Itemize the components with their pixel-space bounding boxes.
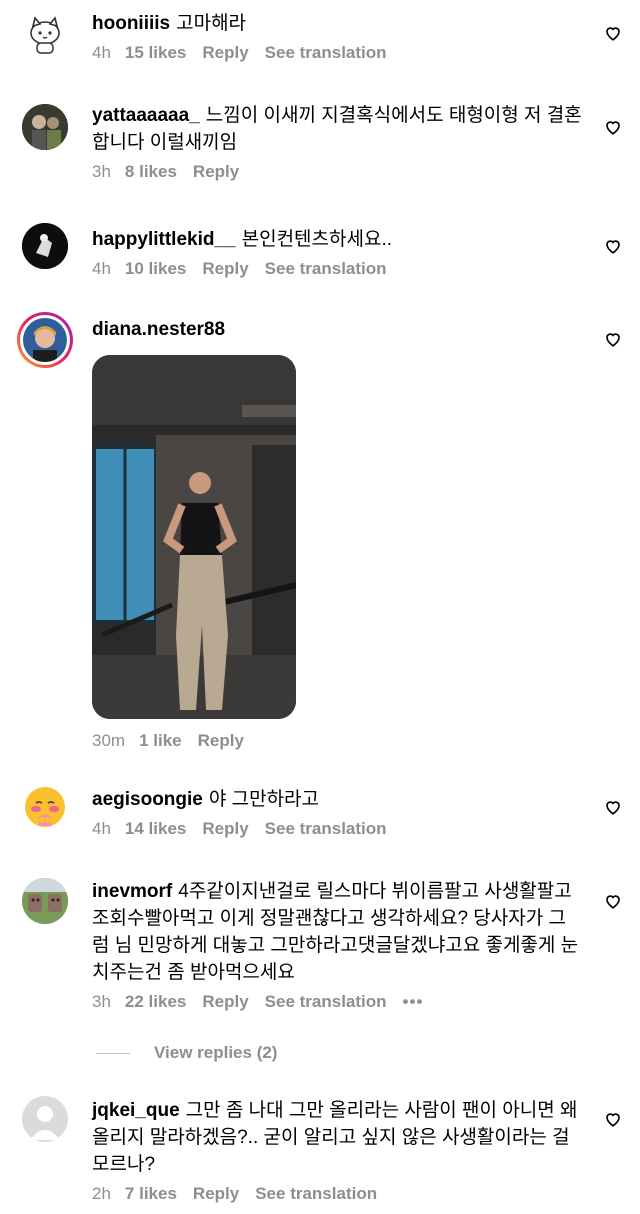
default-avatar-icon[interactable] [22, 1096, 68, 1142]
reply-button[interactable]: Reply [202, 43, 248, 63]
divider [96, 1052, 130, 1054]
more-options-icon[interactable]: ••• [403, 992, 424, 1012]
comment-time: 2h [92, 1184, 111, 1203]
comment-username[interactable]: inevmorf [92, 881, 172, 902]
reply-button[interactable]: Reply [193, 162, 239, 182]
comment-time: 4h [92, 259, 111, 278]
likes-count[interactable]: 10 likes [125, 259, 186, 279]
reply-button[interactable]: Reply [193, 1184, 239, 1204]
heart-outline-icon[interactable] [604, 892, 622, 910]
comment-time: 4h [92, 819, 111, 838]
comment-text: 본인컨텐츠하세요.. [241, 229, 393, 250]
heart-outline-icon[interactable] [604, 118, 622, 136]
likes-count[interactable]: 22 likes [125, 992, 186, 1012]
see-translation-button[interactable]: See translation [255, 1184, 377, 1204]
likes-count[interactable]: 7 likes [125, 1184, 177, 1204]
heart-outline-icon[interactable] [604, 237, 622, 255]
avatar[interactable] [22, 223, 68, 269]
gym-photo-attachment[interactable] [92, 355, 296, 719]
comment-time: 30m [92, 731, 126, 750]
photo-avatar [23, 318, 67, 362]
comment-time: 4h [92, 43, 111, 62]
avatar[interactable] [22, 878, 68, 924]
comment-text: 야 그만하라고 [208, 789, 320, 810]
see-translation-button[interactable]: See translation [265, 819, 387, 839]
comment-time: 3h [92, 162, 111, 181]
photo-avatar [22, 104, 68, 150]
heart-outline-icon[interactable] [604, 798, 622, 816]
comment-text: 고마해라 [176, 13, 247, 34]
heart-outline-icon[interactable] [604, 330, 622, 348]
heart-outline-icon[interactable] [604, 1110, 622, 1128]
avatar-with-story-ring[interactable] [17, 312, 73, 368]
likes-count[interactable]: 8 likes [125, 162, 177, 182]
photo-avatar [22, 223, 68, 269]
likes-count[interactable]: 1 like [139, 731, 182, 751]
heart-outline-icon[interactable] [604, 24, 622, 42]
cat-sticker-avatar [23, 13, 67, 57]
see-translation-button[interactable]: See translation [265, 43, 387, 63]
reply-button[interactable]: Reply [202, 992, 248, 1012]
reply-button[interactable]: Reply [198, 731, 244, 751]
avatar[interactable] [22, 784, 68, 830]
view-replies-button[interactable]: View replies (2) [96, 1043, 277, 1063]
likes-count[interactable]: 14 likes [125, 819, 186, 839]
reply-button[interactable]: Reply [202, 259, 248, 279]
comment-time: 3h [92, 992, 111, 1011]
avatar[interactable] [22, 104, 68, 150]
comment-username[interactable]: yattaaaaaa_ [92, 105, 200, 126]
comment-username[interactable]: happylittlekid__ [92, 229, 236, 250]
comment-username[interactable]: diana.nester88 [92, 319, 225, 340]
reply-button[interactable]: Reply [202, 819, 248, 839]
comment-username[interactable]: hooniiiis [92, 13, 170, 34]
comment-username[interactable]: jqkei_que [92, 1100, 180, 1121]
see-translation-button[interactable]: See translation [265, 992, 387, 1012]
avatar[interactable] [22, 12, 68, 58]
comment-username[interactable]: aegisoongie [92, 789, 203, 810]
see-translation-button[interactable]: See translation [265, 259, 387, 279]
emoji-avatar [25, 787, 65, 827]
view-replies-label[interactable]: View replies (2) [154, 1043, 277, 1063]
likes-count[interactable]: 15 likes [125, 43, 186, 63]
photo-avatar [22, 878, 68, 924]
gym-photo [92, 355, 296, 719]
